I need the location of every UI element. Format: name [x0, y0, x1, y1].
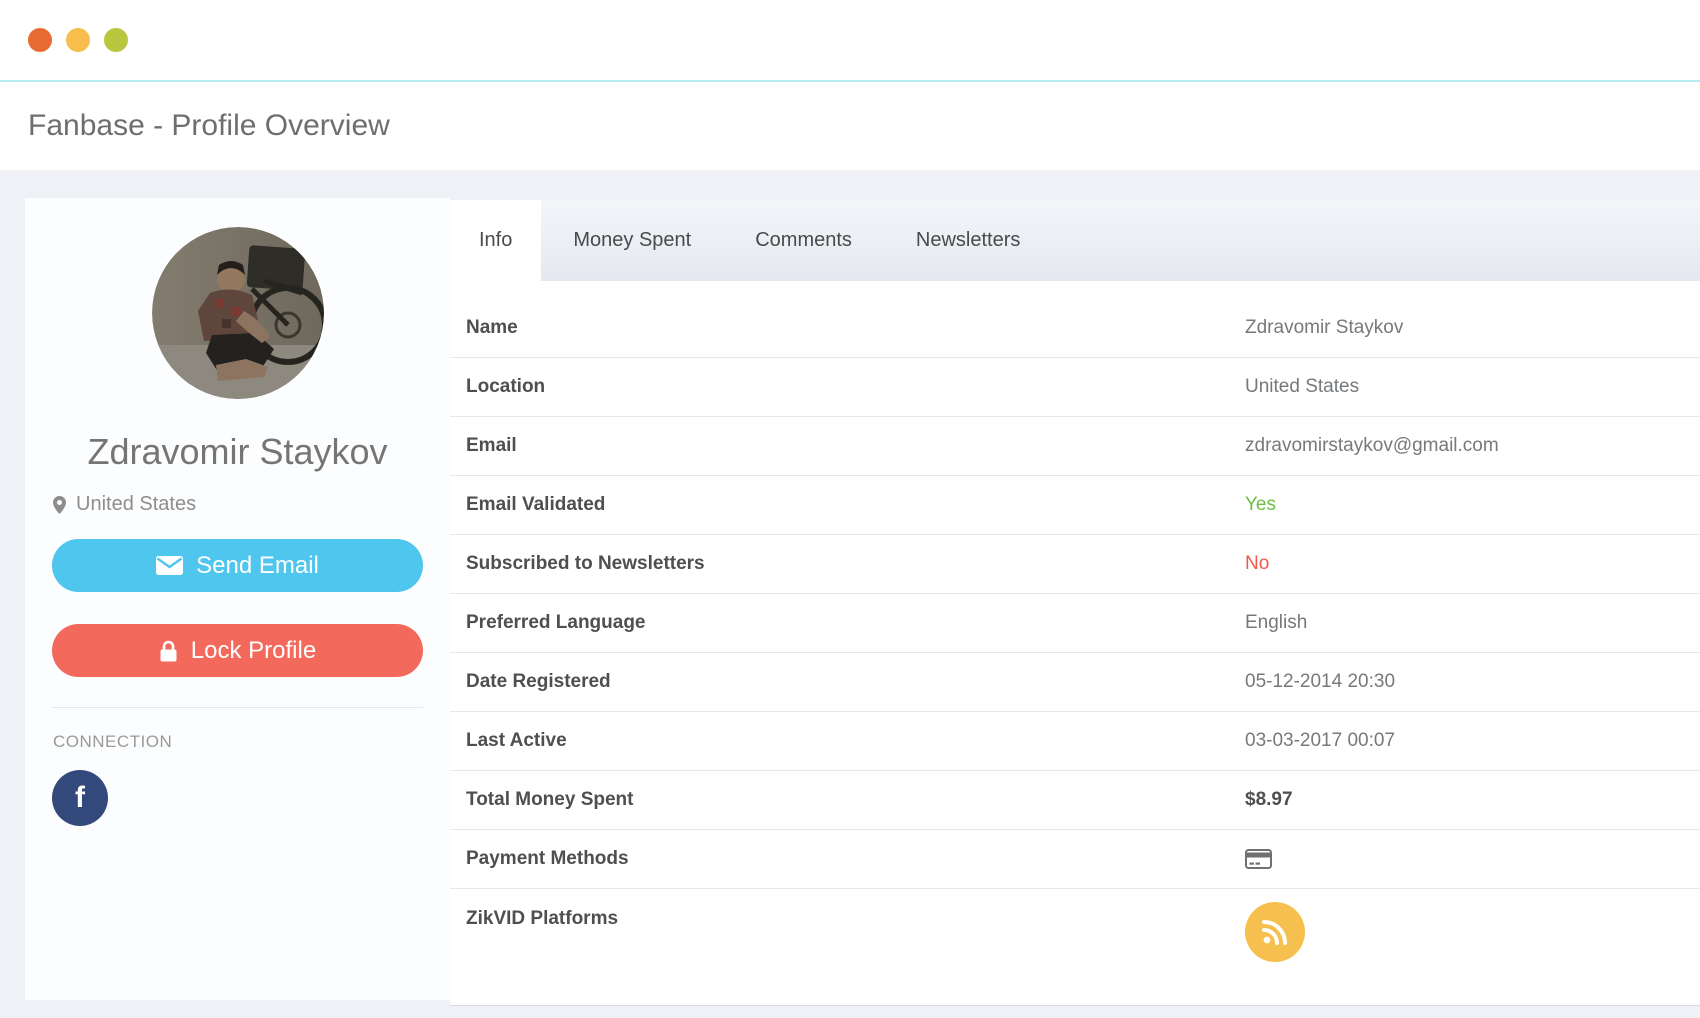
main-panel: InfoMoney SpentCommentsNewsletters Name Z…: [450, 200, 1700, 1006]
lock-icon: [159, 640, 178, 662]
table-row: Preferred Language English: [450, 594, 1700, 653]
row-label: Location: [450, 376, 545, 398]
row-value: Zdravomir Staykov: [1245, 299, 1403, 357]
tab-strip: InfoMoney SpentCommentsNewsletters: [450, 200, 1700, 281]
profile-card: Zdravomir Staykov United States Send Ema…: [25, 198, 450, 1000]
page-header: Fanbase - Profile Overview: [0, 80, 1700, 170]
row-label: Email Validated: [450, 494, 605, 516]
info-table: Name Zdravomir Staykov Location United Stat…: [450, 281, 1700, 1006]
table-row: Email zdravomirstaykov@gmail.com: [450, 417, 1700, 476]
row-value: [1245, 889, 1305, 1018]
table-row: Date Registered 05-12-2014 20:30: [450, 653, 1700, 712]
window-title-bar: [0, 0, 1700, 80]
tab-comments[interactable]: Comments: [723, 200, 884, 281]
lock-profile-button[interactable]: Lock Profile: [52, 624, 423, 677]
window-zoom-dot[interactable]: [104, 28, 128, 52]
row-value: Yes: [1245, 476, 1276, 534]
profile-name: Zdravomir Staykov: [25, 433, 450, 471]
row-value: $8.97: [1245, 771, 1293, 829]
page-title: Fanbase - Profile Overview: [28, 109, 390, 143]
credit-card-icon: [1245, 849, 1272, 869]
row-label: Total Money Spent: [450, 789, 633, 811]
row-label: Email: [450, 435, 517, 457]
row-value: English: [1245, 594, 1307, 652]
table-row: Location United States: [450, 358, 1700, 417]
card-divider: [52, 707, 423, 708]
row-value: zdravomirstaykov@gmail.com: [1245, 417, 1499, 475]
window-minimize-dot[interactable]: [66, 28, 90, 52]
send-email-button[interactable]: Send Email: [52, 539, 423, 592]
row-label: Last Active: [450, 730, 567, 752]
table-row: Payment Methods: [450, 830, 1700, 889]
row-value: 03-03-2017 00:07: [1245, 712, 1395, 770]
table-row: Last Active 03-03-2017 00:07: [450, 712, 1700, 771]
table-row: Name Zdravomir Staykov: [450, 299, 1700, 358]
row-label: Date Registered: [450, 671, 611, 693]
facebook-glyph: f: [75, 781, 85, 815]
row-label: Name: [450, 317, 518, 339]
row-label: Preferred Language: [450, 612, 646, 634]
envelope-icon: [156, 556, 183, 575]
row-value: 05-12-2014 20:30: [1245, 653, 1395, 711]
location-pin-icon: [53, 496, 66, 514]
rss-icon[interactable]: [1245, 902, 1305, 962]
row-label: Payment Methods: [450, 848, 629, 870]
row-value: [1245, 830, 1272, 888]
tab-info[interactable]: Info: [450, 200, 541, 281]
row-value: United States: [1245, 358, 1359, 416]
avatar: [152, 227, 324, 399]
window-close-dot[interactable]: [28, 28, 52, 52]
table-row: Subscribed to Newsletters No: [450, 535, 1700, 594]
row-value: No: [1245, 535, 1269, 593]
table-row: Email Validated Yes: [450, 476, 1700, 535]
tab-newsletters[interactable]: Newsletters: [884, 200, 1052, 281]
facebook-icon[interactable]: f: [52, 770, 108, 826]
profile-location-text: United States: [76, 493, 196, 516]
row-label: ZikVID Platforms: [450, 908, 618, 930]
row-label: Subscribed to Newsletters: [450, 553, 705, 575]
profile-location: United States: [25, 493, 450, 516]
tab-money-spent[interactable]: Money Spent: [541, 200, 723, 281]
lock-profile-label: Lock Profile: [191, 637, 316, 665]
table-row: ZikVID Platforms: [450, 889, 1700, 1005]
send-email-label: Send Email: [196, 552, 319, 580]
connection-heading: CONNECTION: [25, 732, 450, 752]
table-row: Total Money Spent $8.97: [450, 771, 1700, 830]
